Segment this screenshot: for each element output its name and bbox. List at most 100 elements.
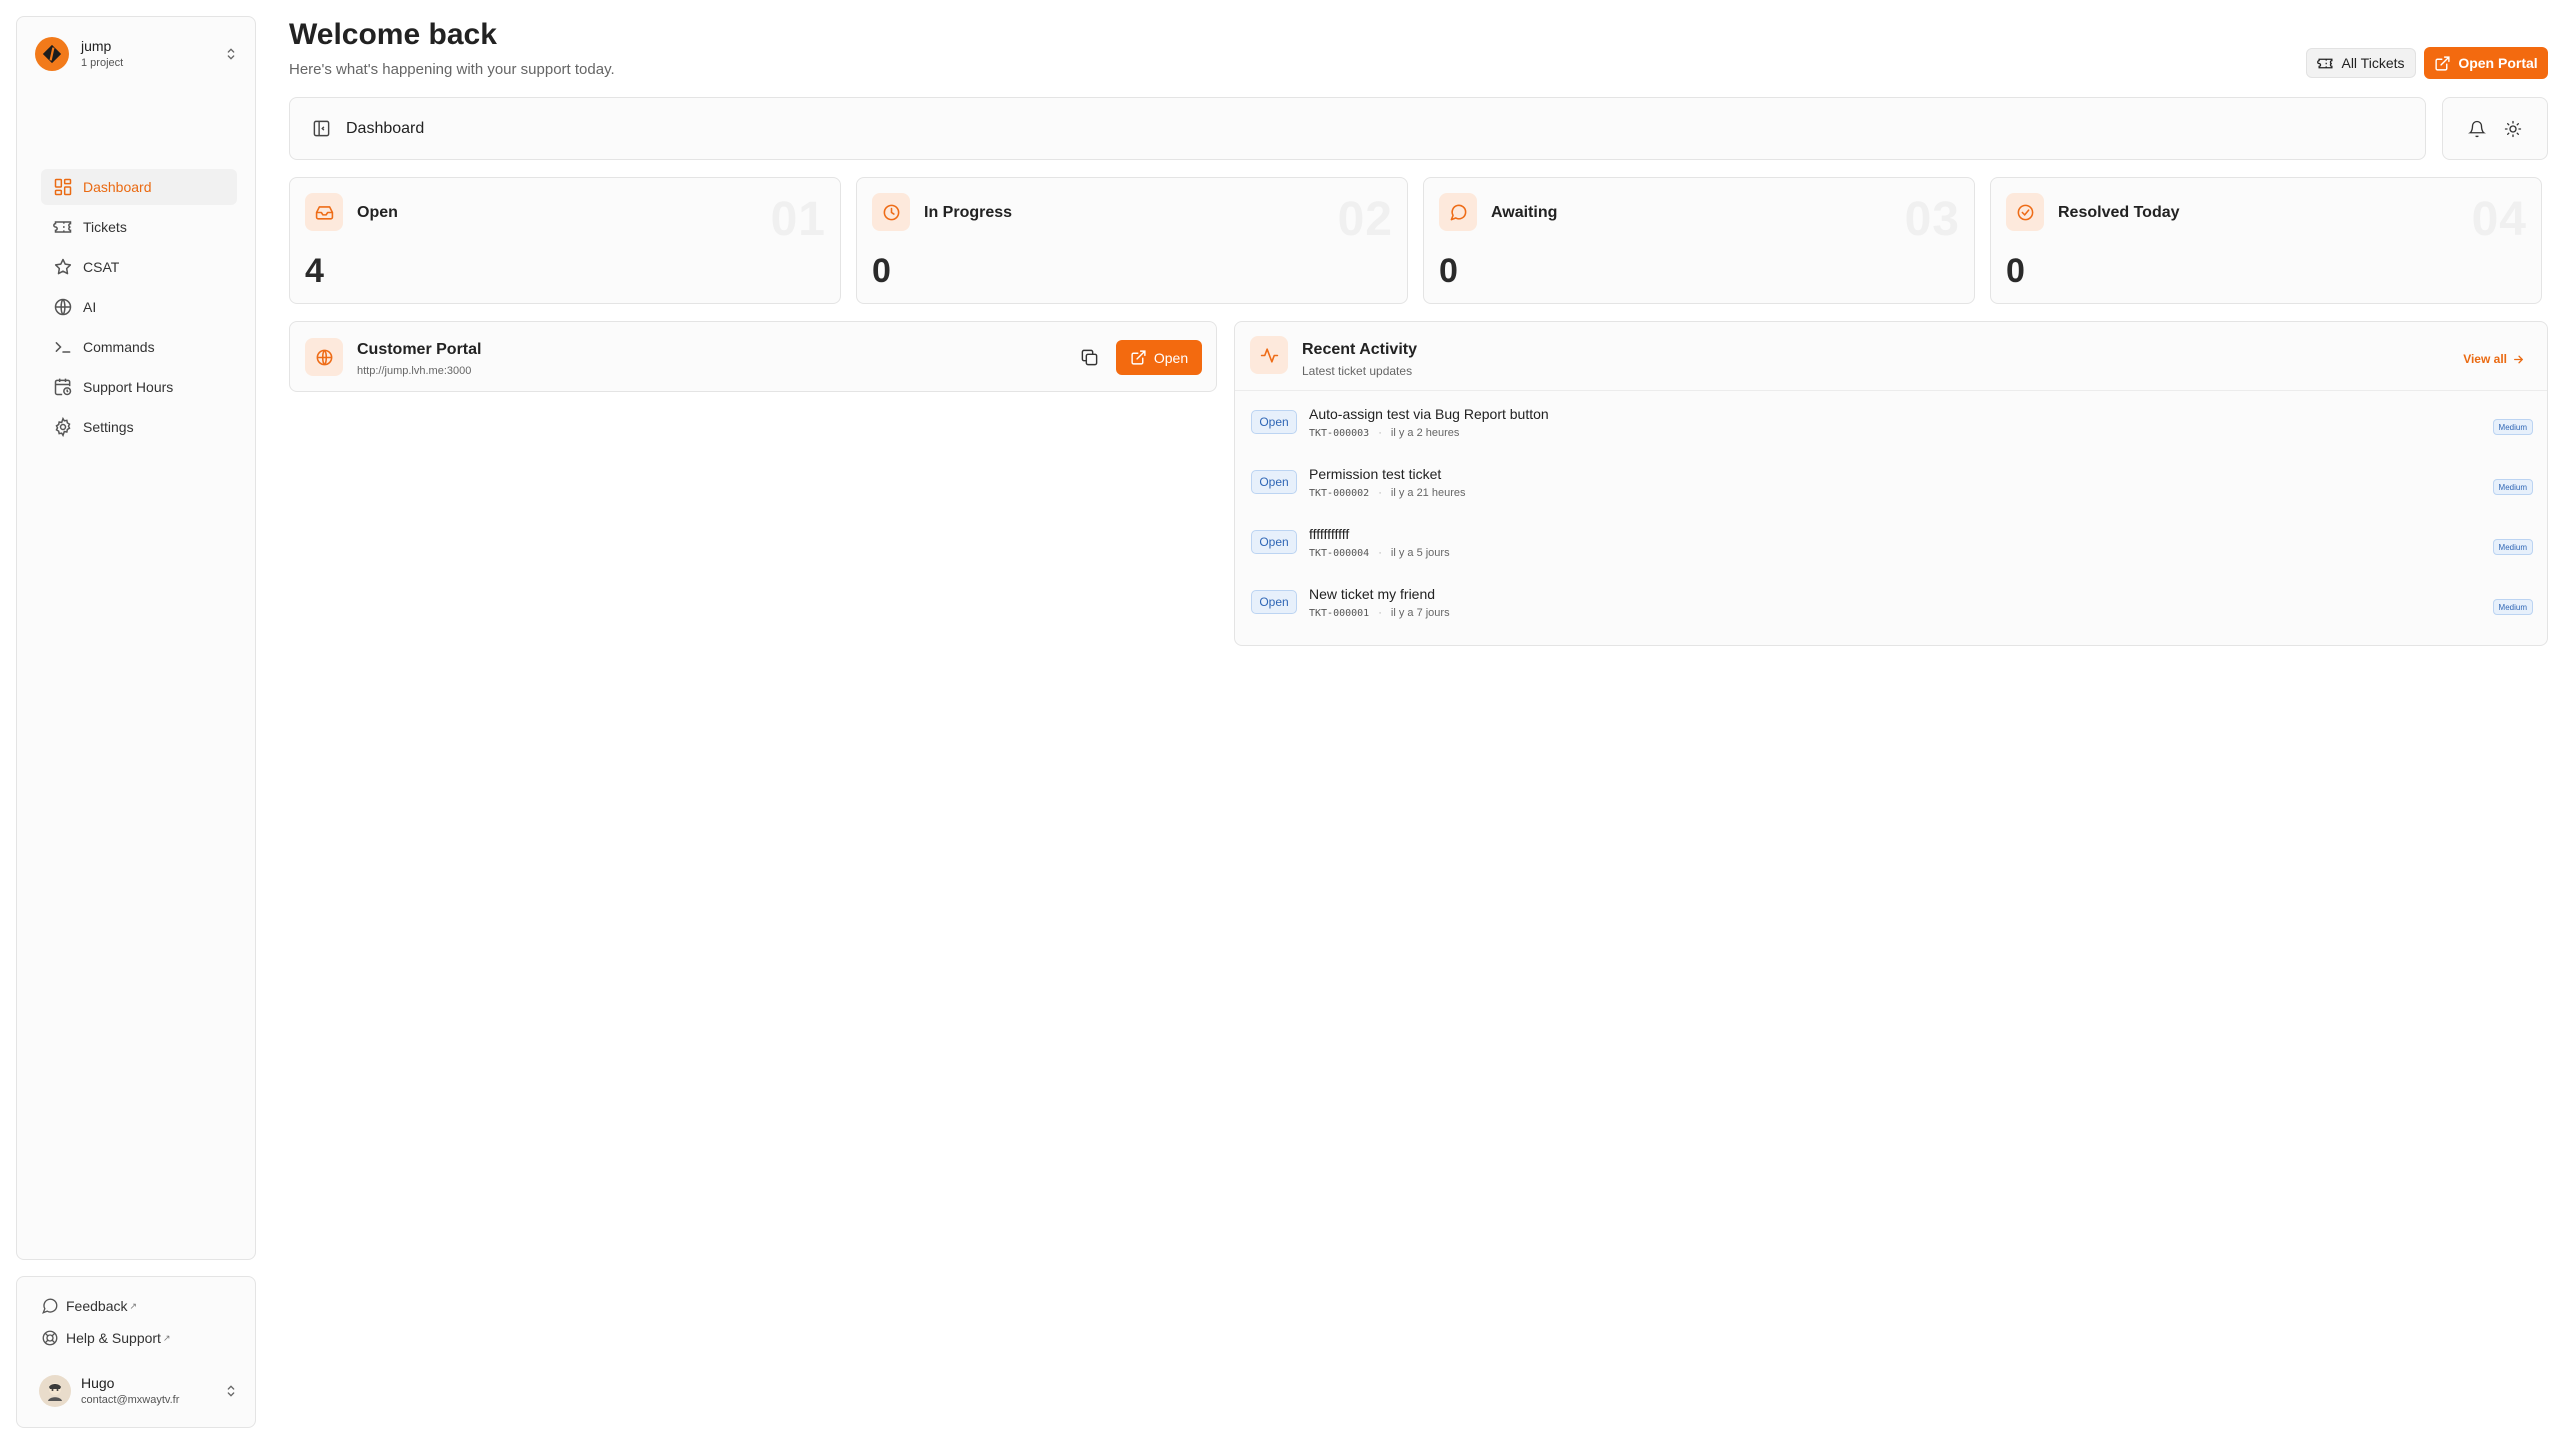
stat-value: 4 bbox=[305, 252, 324, 290]
sidebar-item-support-hours[interactable]: Support Hours bbox=[41, 369, 237, 405]
header-tools bbox=[2442, 97, 2548, 160]
stat-icon-wrap bbox=[305, 338, 343, 376]
sidebar-toggle-icon[interactable] bbox=[312, 119, 331, 138]
sidebar-nav: Dashboard Tickets CSAT AI Commands Suppo… bbox=[41, 169, 237, 449]
view-all-label: View all bbox=[2463, 352, 2507, 366]
star-icon bbox=[54, 258, 72, 275]
ticket-time: il y a 21 heures bbox=[1390, 487, 1466, 499]
check-circle-icon bbox=[2017, 204, 2033, 220]
priority-badge: Medium bbox=[2492, 539, 2533, 555]
list-item[interactable]: Open Permission test ticket TKT-000002 · i… bbox=[1251, 462, 2533, 522]
stat-icon-wrap bbox=[1250, 336, 1288, 374]
ticket-icon bbox=[53, 221, 72, 233]
stat-label: Open bbox=[357, 204, 398, 221]
list-item[interactable]: Open Auto-assign test via Bug Report but… bbox=[1251, 402, 2533, 462]
stat-value: 0 bbox=[1439, 252, 1458, 290]
stat-card-resolved-today[interactable]: Resolved Today 0 04 bbox=[1990, 177, 2542, 304]
ticket-id: TKT-000002 bbox=[1309, 487, 1370, 499]
dashboard-icon bbox=[54, 178, 72, 196]
stat-value: 0 bbox=[2006, 252, 2025, 290]
external-link-icon bbox=[2435, 55, 2450, 71]
priority-badge: Medium bbox=[2492, 479, 2533, 495]
meta-separator: · bbox=[1378, 427, 1382, 439]
feedback-link[interactable]: Feedback ↗ bbox=[41, 1297, 137, 1315]
sidebar-item-label: Tickets bbox=[83, 219, 127, 235]
priority-badge: Medium bbox=[2492, 419, 2533, 435]
ticket-time: il y a 2 heures bbox=[1390, 427, 1460, 439]
user-menu[interactable]: Hugo contact@mxwaytv.fr bbox=[39, 1371, 239, 1411]
stat-icon-wrap bbox=[2006, 193, 2044, 231]
status-badge: Open bbox=[1251, 470, 1297, 494]
sidebar-item-ai[interactable]: AI bbox=[41, 289, 237, 325]
user-name: Hugo bbox=[81, 1375, 115, 1391]
sidebar-item-dashboard[interactable]: Dashboard bbox=[41, 169, 237, 205]
ticket-id: TKT-000003 bbox=[1309, 427, 1370, 439]
sidebar-item-settings[interactable]: Settings bbox=[41, 409, 237, 445]
meta-separator: · bbox=[1378, 547, 1382, 559]
activity-subtitle: Latest ticket updates bbox=[1302, 364, 1413, 378]
sidebar: jump 1 project Dashboard Tickets CSAT AI… bbox=[16, 16, 256, 1260]
copy-url-button[interactable] bbox=[1074, 342, 1104, 372]
sidebar-item-label: Commands bbox=[83, 339, 155, 355]
activity-title: Recent Activity bbox=[1302, 341, 1417, 358]
inbox-icon bbox=[315, 205, 333, 220]
help-support-link[interactable]: Help & Support ↗ bbox=[41, 1329, 171, 1347]
workspace-switcher[interactable]: jump 1 project bbox=[35, 35, 239, 73]
ticket-time: il y a 7 jours bbox=[1390, 607, 1450, 619]
open-portal-button[interactable]: Open Portal bbox=[2424, 47, 2548, 79]
ticket-title: Auto-assign test via Bug Report button bbox=[1309, 406, 1549, 422]
stat-index: 04 bbox=[2471, 193, 2527, 246]
ticket-id: TKT-000001 bbox=[1309, 607, 1370, 619]
list-item[interactable]: Open New ticket my friend TKT-000001 · il … bbox=[1251, 582, 2533, 642]
arrow-right-icon bbox=[2514, 355, 2524, 363]
clock-icon bbox=[883, 204, 899, 220]
globe-icon bbox=[54, 298, 72, 316]
meta-separator: · bbox=[1378, 607, 1382, 619]
sidebar-item-commands[interactable]: Commands bbox=[41, 329, 237, 365]
gear-icon bbox=[55, 417, 71, 437]
feedback-label: Feedback bbox=[66, 1298, 128, 1314]
view-all-link[interactable]: View all bbox=[2463, 352, 2525, 366]
stat-icon-wrap bbox=[305, 193, 343, 231]
stat-card-awaiting[interactable]: Awaiting 0 03 bbox=[1423, 177, 1975, 304]
bell-icon[interactable] bbox=[2468, 120, 2486, 138]
portal-url: http://jump.lvh.me:3000 bbox=[357, 365, 472, 377]
user-email: contact@mxwaytv.fr bbox=[81, 1394, 180, 1406]
ticket-title: fffffffffff bbox=[1309, 526, 1350, 542]
chevron-up-down-icon bbox=[227, 48, 235, 60]
workspace-subtitle: 1 project bbox=[81, 57, 124, 69]
all-tickets-button[interactable]: All Tickets bbox=[2306, 48, 2416, 78]
sun-icon[interactable] bbox=[2504, 120, 2522, 138]
list-item[interactable]: Open fffffffffff TKT-000004 · il y a 5 jou… bbox=[1251, 522, 2533, 582]
sidebar-item-label: CSAT bbox=[83, 259, 120, 275]
sidebar-item-label: AI bbox=[83, 299, 97, 315]
stat-label: Awaiting bbox=[1491, 204, 1558, 221]
stat-index: 01 bbox=[770, 193, 826, 246]
stat-icon-wrap bbox=[1439, 193, 1477, 231]
page-subtitle: Here's what's happening with your suppor… bbox=[289, 61, 615, 78]
stat-card-open[interactable]: Open 4 01 bbox=[289, 177, 841, 304]
message-circle-icon bbox=[1450, 204, 1466, 220]
stat-card-in-progress[interactable]: In Progress 0 02 bbox=[856, 177, 1408, 304]
lifebuoy-icon bbox=[42, 1330, 58, 1346]
external-link-icon: ↗ bbox=[129, 1300, 138, 1311]
ticket-list: Open Auto-assign test via Bug Report but… bbox=[1251, 402, 2533, 642]
sidebar-item-tickets[interactable]: Tickets bbox=[41, 209, 237, 245]
open-label: Open bbox=[1153, 349, 1189, 366]
open-portal-label: Open Portal bbox=[2458, 55, 2538, 71]
message-circle-icon bbox=[42, 1298, 58, 1314]
sidebar-item-label: Settings bbox=[83, 419, 134, 435]
external-link-icon: ↗ bbox=[162, 1332, 171, 1343]
open-portal-card-button[interactable]: Open bbox=[1116, 340, 1202, 375]
sidebar-item-label: Dashboard bbox=[83, 179, 152, 195]
workspace-name: jump bbox=[81, 38, 112, 54]
status-badge: Open bbox=[1251, 590, 1297, 614]
activity-icon bbox=[1260, 347, 1278, 363]
status-badge: Open bbox=[1251, 410, 1297, 434]
terminal-icon bbox=[55, 342, 71, 353]
external-link-icon bbox=[1131, 350, 1146, 365]
stat-icon-wrap bbox=[872, 193, 910, 231]
ticket-icon bbox=[2317, 58, 2333, 68]
sidebar-item-csat[interactable]: CSAT bbox=[41, 249, 237, 285]
copy-icon bbox=[1081, 349, 1097, 365]
